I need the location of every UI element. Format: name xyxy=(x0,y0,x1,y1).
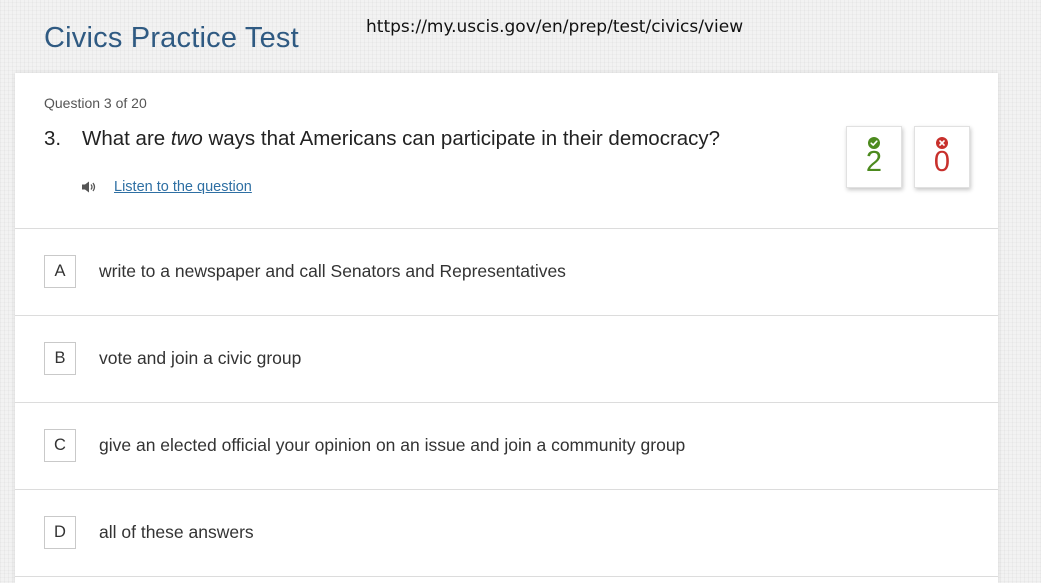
answer-letter[interactable]: B xyxy=(44,342,76,375)
correct-count: 2 xyxy=(865,146,883,178)
speaker-icon[interactable] xyxy=(81,180,97,194)
answer-text[interactable]: all of these answers xyxy=(99,522,254,543)
question-number: 3. xyxy=(44,127,62,150)
listen-to-question-link[interactable]: Listen to the question xyxy=(114,179,252,195)
answer-option-a[interactable]: A write to a newspaper and call Senators… xyxy=(15,229,998,316)
answer-text[interactable]: vote and join a civic group xyxy=(99,348,301,369)
answer-letter[interactable]: D xyxy=(44,516,76,549)
incorrect-count-box: 0 xyxy=(914,126,970,188)
question-text-after: ways that Americans can participate in t… xyxy=(202,127,721,150)
incorrect-count: 0 xyxy=(933,146,951,178)
url-caption: https://my.uscis.gov/en/prep/test/civics… xyxy=(366,17,744,37)
answer-letter[interactable]: C xyxy=(44,429,76,462)
answer-option-c[interactable]: C give an elected official your opinion … xyxy=(15,403,998,490)
correct-count-box: 2 xyxy=(846,126,902,188)
answer-option-d[interactable]: D all of these answers xyxy=(15,490,998,577)
question-text-before: What are xyxy=(82,127,171,150)
question-header: Question 3 of 20 3. What are two ways tha… xyxy=(15,73,998,229)
answer-option-b[interactable]: B vote and join a civic group xyxy=(15,316,998,403)
page-title: Civics Practice Test xyxy=(44,22,299,54)
question-text-emphasis: two xyxy=(170,127,203,150)
answer-letter[interactable]: A xyxy=(44,255,76,288)
listen-control[interactable]: Listen to the question xyxy=(81,179,252,195)
question-progress: Question 3 of 20 xyxy=(44,95,147,111)
answer-text[interactable]: give an elected official your opinion on… xyxy=(99,435,685,456)
answer-text[interactable]: write to a newspaper and call Senators a… xyxy=(99,261,566,282)
question-text: 3. What are two ways that Americans can p… xyxy=(44,127,720,151)
question-card: Question 3 of 20 3. What are two ways tha… xyxy=(15,73,998,583)
